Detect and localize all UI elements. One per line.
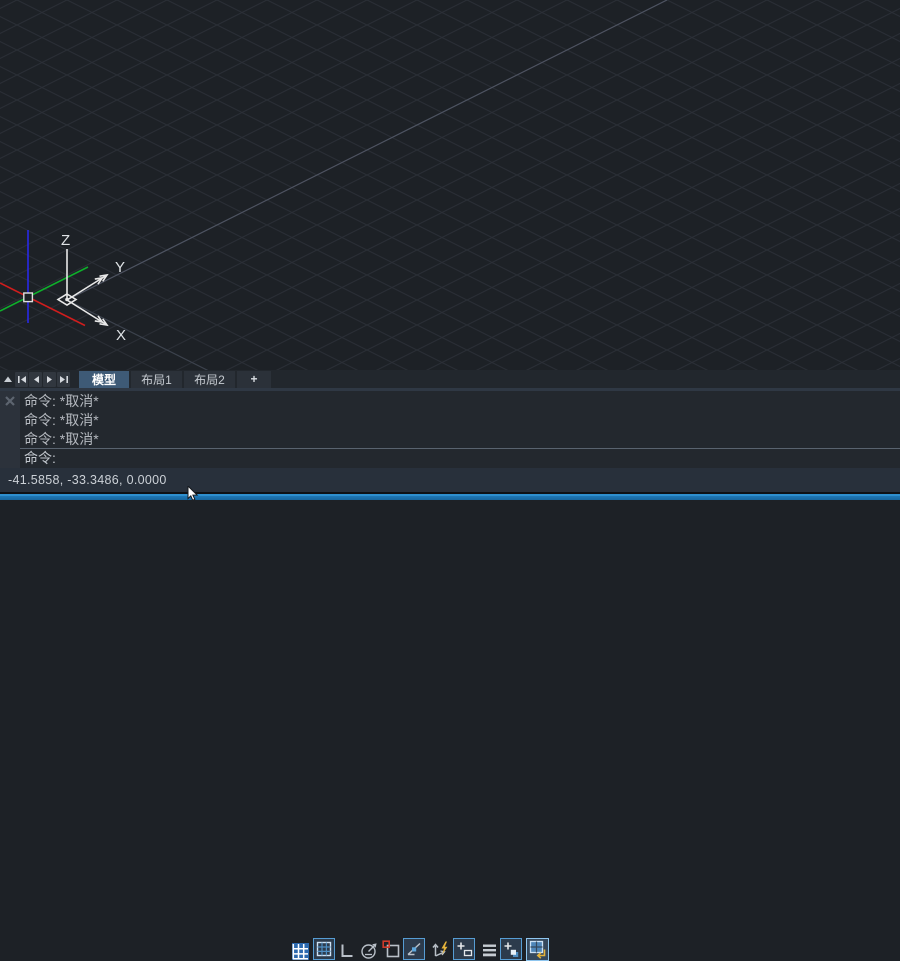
annotation-scale-icon xyxy=(526,938,549,961)
command-window-expand-button[interactable] xyxy=(2,372,14,386)
tab-nav-previous-button[interactable] xyxy=(29,372,42,387)
grid-display-toggle[interactable] xyxy=(292,943,309,960)
tab-model[interactable]: 模型 xyxy=(79,371,129,388)
command-prompt-input[interactable]: 命令: xyxy=(24,449,56,468)
dynamic-input-icon xyxy=(453,938,475,960)
dynamic-ucs-toggle[interactable] xyxy=(430,939,451,959)
ortho-icon xyxy=(338,942,354,959)
window-bottom-edge xyxy=(0,492,900,500)
dynamic-input-toggle[interactable] xyxy=(453,938,475,960)
dynamic-ucs-icon xyxy=(430,939,451,959)
coordinates-display[interactable]: -41.5858, -33.3486, 0.0000 xyxy=(8,468,167,492)
object-snap-icon xyxy=(382,940,400,958)
command-history: 命令: *取消* 命令: *取消* 命令: *取消* xyxy=(24,392,900,449)
ucs-y-label: Y xyxy=(115,259,125,276)
command-window-gutter xyxy=(0,391,20,468)
tab-nav-next-button[interactable] xyxy=(43,372,56,387)
command-line-window[interactable]: 命令: *取消* 命令: *取消* 命令: *取消* 命令: xyxy=(0,388,900,468)
annotation-scale-toggle[interactable] xyxy=(526,938,549,961)
layout-tab-bar: 模型 布局1 布局2 + xyxy=(0,370,900,388)
command-separator xyxy=(20,448,900,449)
iso-grid xyxy=(0,0,900,370)
object-snap-tracking-toggle[interactable] xyxy=(403,938,425,960)
triangle-up-icon xyxy=(3,375,13,383)
snap-tracking-icon xyxy=(403,938,425,960)
object-snap-toggle[interactable] xyxy=(382,940,400,958)
tab-layout2[interactable]: 布局2 xyxy=(184,371,235,388)
tab-nav-last-button[interactable] xyxy=(57,372,70,387)
snap-mode-toggle[interactable] xyxy=(313,938,335,960)
grid-icon xyxy=(292,943,309,960)
quick-properties-toggle[interactable] xyxy=(500,938,522,960)
polar-tracking-icon xyxy=(359,941,379,960)
snap-grid-icon xyxy=(313,938,335,960)
ucs-x-label: X xyxy=(116,327,126,344)
quick-properties-icon xyxy=(500,938,522,960)
next-tab-icon xyxy=(46,375,54,384)
viewport-svg: Z Y X xyxy=(0,0,900,370)
ucs-z-label: Z xyxy=(61,232,70,249)
ortho-mode-toggle[interactable] xyxy=(338,942,354,959)
command-history-line: 命令: *取消* xyxy=(24,411,900,430)
status-bar: -41.5858, -33.3486, 0.0000 xyxy=(0,468,900,492)
tab-new-layout[interactable]: + xyxy=(237,371,271,388)
last-tab-icon xyxy=(59,375,69,384)
command-history-line: 命令: *取消* xyxy=(24,430,900,449)
command-history-line: 命令: *取消* xyxy=(24,392,900,411)
close-icon xyxy=(4,395,16,407)
lineweight-icon xyxy=(482,943,497,958)
previous-tab-icon xyxy=(32,375,40,384)
lineweight-toggle[interactable] xyxy=(482,943,497,958)
tab-nav-first-button[interactable] xyxy=(15,372,28,387)
first-tab-icon xyxy=(17,375,27,384)
cad-application-window: { "viewport": { "ucs_labels": { "x": "X"… xyxy=(0,0,900,500)
polar-tracking-toggle[interactable] xyxy=(359,941,379,960)
command-window-close-button[interactable] xyxy=(4,395,16,407)
drawing-canvas[interactable]: Z Y X xyxy=(0,0,900,370)
tab-layout1[interactable]: 布局1 xyxy=(131,371,182,388)
